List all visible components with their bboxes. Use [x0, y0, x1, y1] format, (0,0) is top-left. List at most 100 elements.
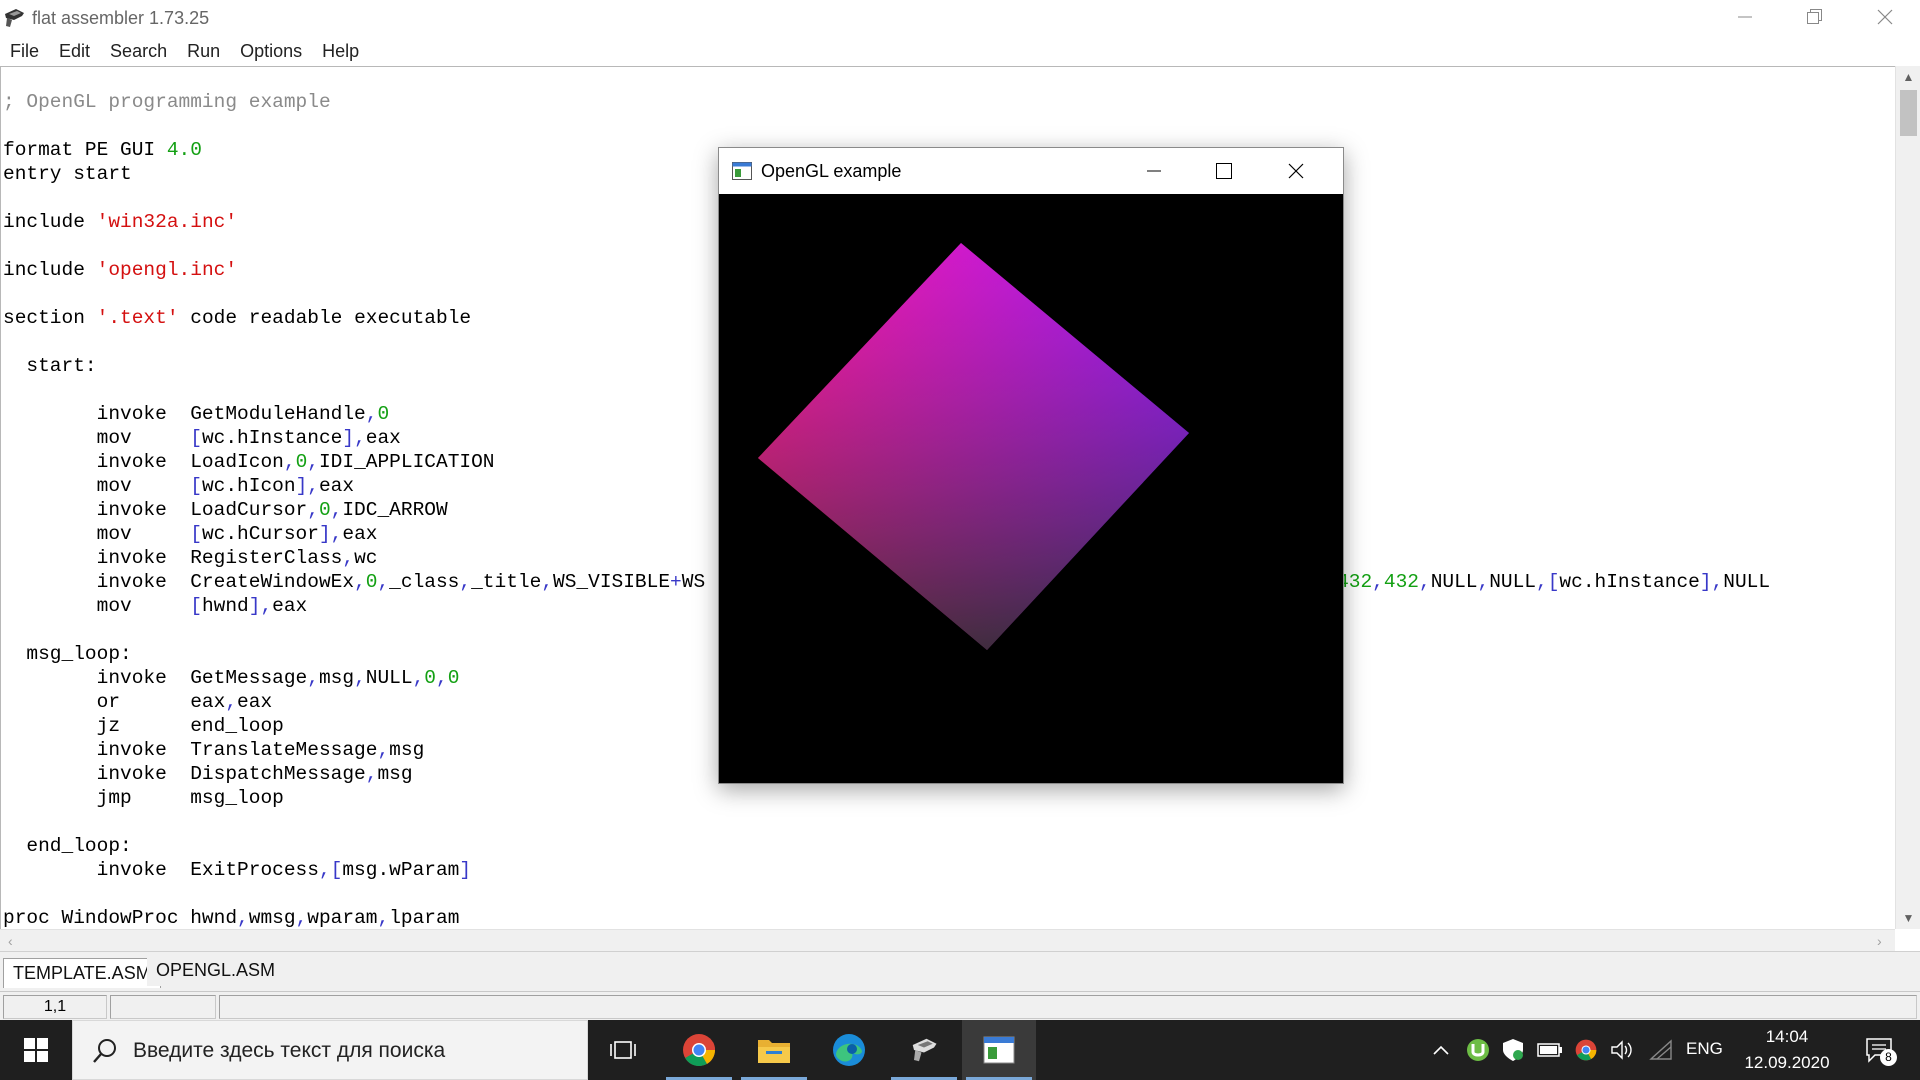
status-cell-message: [219, 995, 1917, 1019]
code-token: wmsg: [248, 907, 296, 929]
start-button[interactable]: [0, 1020, 72, 1080]
code-line[interactable]: [3, 114, 1770, 138]
gl-close-button[interactable]: [1261, 148, 1331, 194]
taskbar-chrome[interactable]: [662, 1020, 736, 1080]
code-token: section: [3, 307, 97, 329]
opengl-window[interactable]: OpenGL example: [718, 147, 1344, 784]
code-token: invoke LoadCursor: [3, 499, 308, 521]
code-token: ,: [307, 451, 319, 473]
code-token: NULL: [1489, 571, 1537, 593]
tab-opengl-asm[interactable]: OPENGL.ASM: [147, 956, 285, 986]
gl-maximize-button[interactable]: [1189, 148, 1259, 194]
menu-options[interactable]: Options: [230, 38, 312, 66]
taskbar-edge[interactable]: [812, 1020, 886, 1080]
close-button[interactable]: [1850, 0, 1920, 34]
close-icon: [1877, 9, 1893, 25]
code-token: ,: [377, 907, 390, 929]
restore-button[interactable]: [1780, 0, 1850, 34]
code-token: eax: [272, 595, 308, 617]
shield-icon: [1503, 1039, 1523, 1061]
code-line[interactable]: invoke ExitProcess,[msg.wParam]: [3, 858, 1770, 882]
code-token: entry start: [3, 163, 132, 185]
tab-template-asm[interactable]: TEMPLATE.ASM: [3, 958, 161, 988]
code-token: or eax: [3, 691, 226, 713]
menu-bar: File Edit Search Run Options Help: [0, 38, 1920, 66]
menu-file[interactable]: File: [0, 38, 49, 66]
input-language[interactable]: ENG: [1686, 1039, 1723, 1059]
code-token: ,: [365, 763, 378, 785]
minimize-button[interactable]: [1710, 0, 1780, 34]
file-tabs: TEMPLATE.ASM OPENGL.ASM: [0, 951, 1920, 991]
taskbar-flat-assembler[interactable]: [887, 1020, 961, 1080]
code-token: invoke TranslateMessage: [3, 739, 378, 761]
code-token: ,: [541, 571, 554, 593]
code-token: 'win32a.inc': [96, 211, 238, 233]
code-token: 4.0: [166, 139, 202, 161]
code-token: ],: [342, 427, 366, 449]
gl-minimize-button[interactable]: [1119, 148, 1189, 194]
code-token: mov: [3, 475, 191, 497]
vertical-scrollbar[interactable]: ▲ ▼: [1895, 66, 1920, 929]
windows-logo-icon: [24, 1038, 48, 1062]
task-view-button[interactable]: [586, 1020, 660, 1080]
code-token: wc.hInstance: [201, 427, 343, 449]
code-token: ,: [225, 691, 238, 713]
code-token: wc: [354, 547, 378, 569]
scroll-right-icon[interactable]: ›: [1877, 934, 1882, 948]
chrome-tray[interactable]: [1573, 1037, 1599, 1063]
scroll-down-icon[interactable]: ▼: [1902, 912, 1915, 924]
code-token: proc WindowProc hwnd: [3, 907, 238, 929]
taskbar-file-explorer[interactable]: [737, 1020, 811, 1080]
taskbar-search-box[interactable]: Введите здесь текст для поиска: [72, 1020, 588, 1080]
code-token: ,: [459, 571, 472, 593]
code-token: ,: [435, 667, 448, 689]
menu-run[interactable]: Run: [177, 38, 230, 66]
code-line[interactable]: [3, 810, 1770, 834]
menu-help[interactable]: Help: [312, 38, 369, 66]
fasm-app-icon: [5, 9, 24, 27]
status-bar: 1,1: [0, 991, 1920, 1020]
horizontal-scrollbar[interactable]: ‹ ›: [0, 929, 1895, 951]
menu-edit[interactable]: Edit: [49, 38, 100, 66]
security-tray[interactable]: [1500, 1037, 1526, 1063]
code-line[interactable]: [3, 882, 1770, 906]
menu-search[interactable]: Search: [100, 38, 177, 66]
code-line[interactable]: ; OpenGL programming example: [3, 90, 1770, 114]
code-token: eax: [318, 475, 355, 497]
quad-shade-layer: [758, 243, 1189, 650]
code-line[interactable]: proc WindowProc hwnd,wmsg,wparam,lparam: [3, 906, 1770, 929]
chevron-up-icon: [1433, 1045, 1449, 1055]
taskbar-opengl-example[interactable]: [962, 1020, 1036, 1080]
volume-tray[interactable]: [1609, 1037, 1635, 1063]
code-token: code readable executable: [178, 307, 472, 329]
code-token: [: [190, 523, 202, 545]
action-center-button[interactable]: 8: [1862, 1037, 1897, 1066]
code-token: jmp msg_loop: [3, 787, 284, 809]
code-token: invoke LoadIcon: [3, 451, 284, 473]
folder-icon: [758, 1040, 790, 1063]
battery-tray[interactable]: [1537, 1037, 1563, 1063]
cursor-position: 1,1: [3, 995, 107, 1019]
scroll-left-icon[interactable]: ‹: [8, 934, 13, 948]
code-token: ,: [283, 451, 296, 473]
taskbar: Введите здесь текст для поиска ENG 14:04…: [0, 1020, 1920, 1080]
maximize-icon: [1216, 163, 1232, 179]
code-token: format PE GUI: [3, 139, 167, 161]
scroll-up-icon[interactable]: ▲: [1902, 71, 1915, 83]
opengl-titlebar[interactable]: OpenGL example: [719, 148, 1343, 194]
code-token: ,: [307, 499, 319, 521]
utorrent-tray[interactable]: [1465, 1037, 1491, 1063]
code-line[interactable]: end_loop:: [3, 834, 1770, 858]
code-line[interactable]: jmp msg_loop: [3, 786, 1770, 810]
code-token: ,[: [1536, 571, 1560, 593]
opengl-render-area[interactable]: [719, 194, 1343, 783]
vertical-scroll-thumb[interactable]: [1900, 90, 1917, 136]
code-token: 0: [447, 667, 460, 689]
code-token: [: [190, 595, 202, 617]
code-token: wparam: [307, 907, 378, 929]
show-hidden-icons-button[interactable]: [1428, 1037, 1454, 1063]
window-title: flat assembler 1.73.25: [32, 8, 210, 28]
code-token: ,: [237, 907, 249, 929]
code-token: 'opengl.inc': [96, 259, 238, 281]
network-tray[interactable]: [1648, 1037, 1674, 1063]
